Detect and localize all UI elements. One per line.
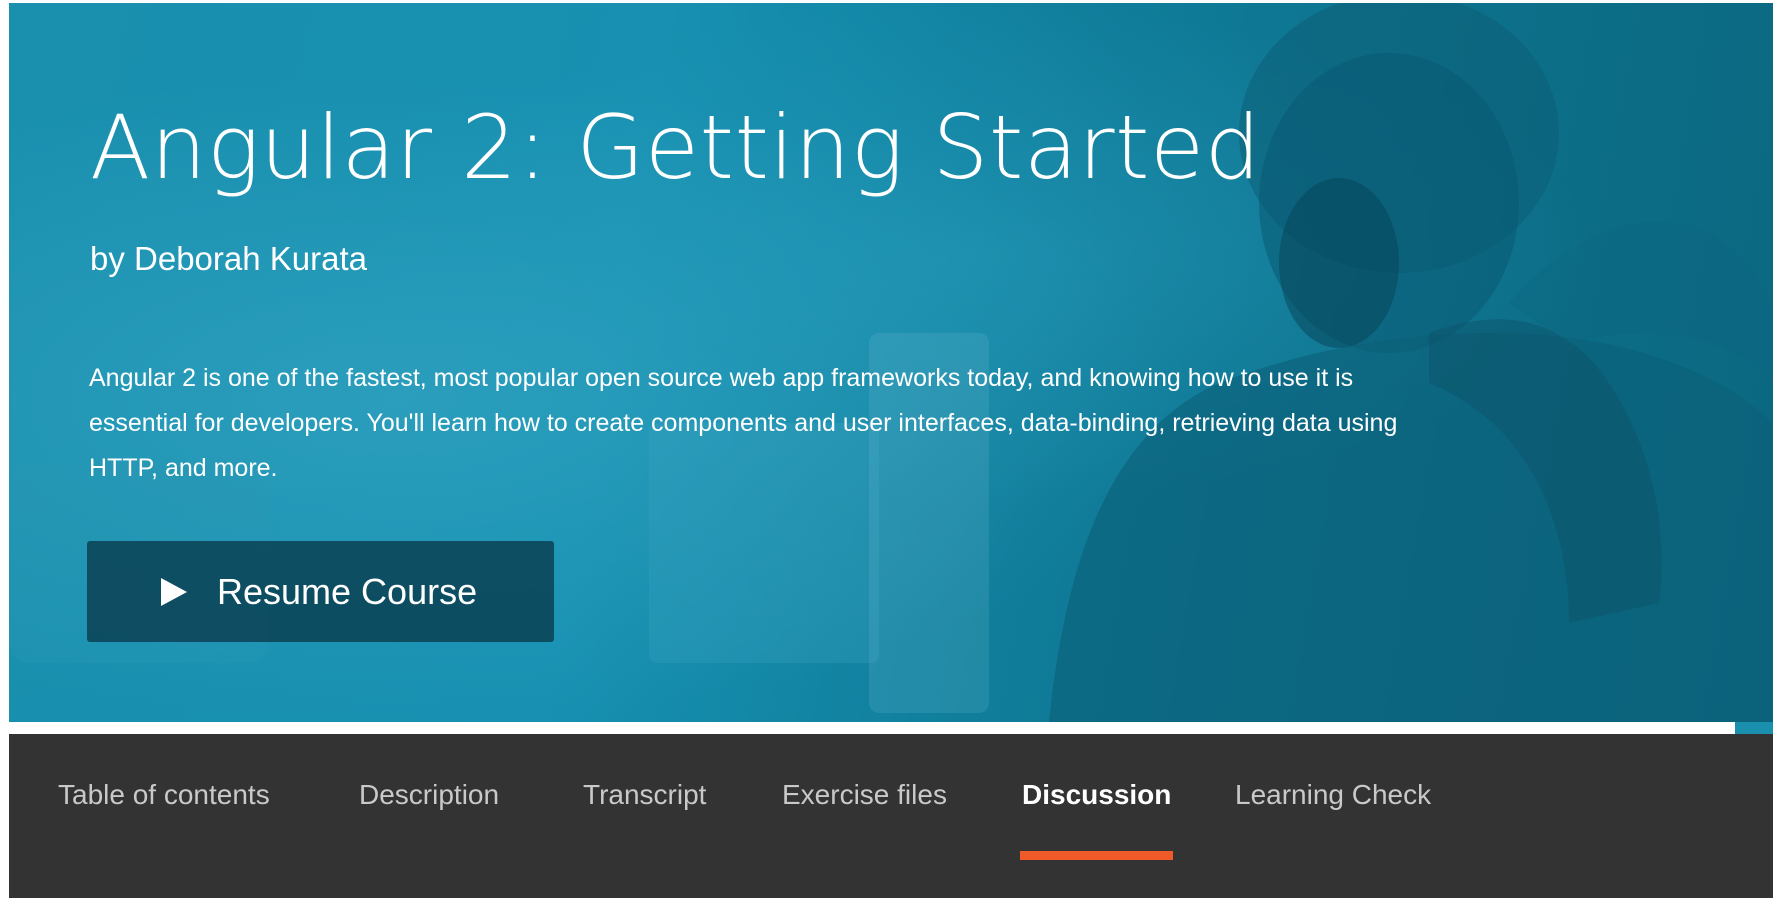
- active-tab-underline: [1020, 851, 1173, 860]
- tab-transcript[interactable]: Transcript: [583, 775, 706, 815]
- tab-bar-accent: [1735, 722, 1773, 734]
- course-description: Angular 2 is one of the fastest, most po…: [89, 364, 1398, 482]
- play-icon: [161, 577, 187, 606]
- tab-table-of-contents[interactable]: Table of contents: [58, 775, 270, 815]
- tab-exercise-files[interactable]: Exercise files: [782, 775, 947, 815]
- tab-discussion[interactable]: Discussion: [1022, 775, 1171, 815]
- tab-learning-check[interactable]: Learning Check: [1235, 775, 1431, 815]
- resume-course-label: Resume Course: [217, 570, 478, 612]
- tab-description[interactable]: Description: [359, 775, 499, 815]
- course-author: by Deborah Kurata: [90, 240, 368, 277]
- course-title: Angular 2: Getting Started: [90, 96, 1262, 199]
- resume-course-button[interactable]: Resume Course: [87, 541, 554, 642]
- course-hero-banner: Angular 2: Getting Started by Deborah Ku…: [9, 3, 1773, 722]
- hero-content: Angular 2: Getting Started by Deborah Ku…: [9, 3, 1773, 722]
- course-page: Angular 2: Getting Started by Deborah Ku…: [0, 0, 1773, 898]
- course-tab-bar: [9, 734, 1773, 898]
